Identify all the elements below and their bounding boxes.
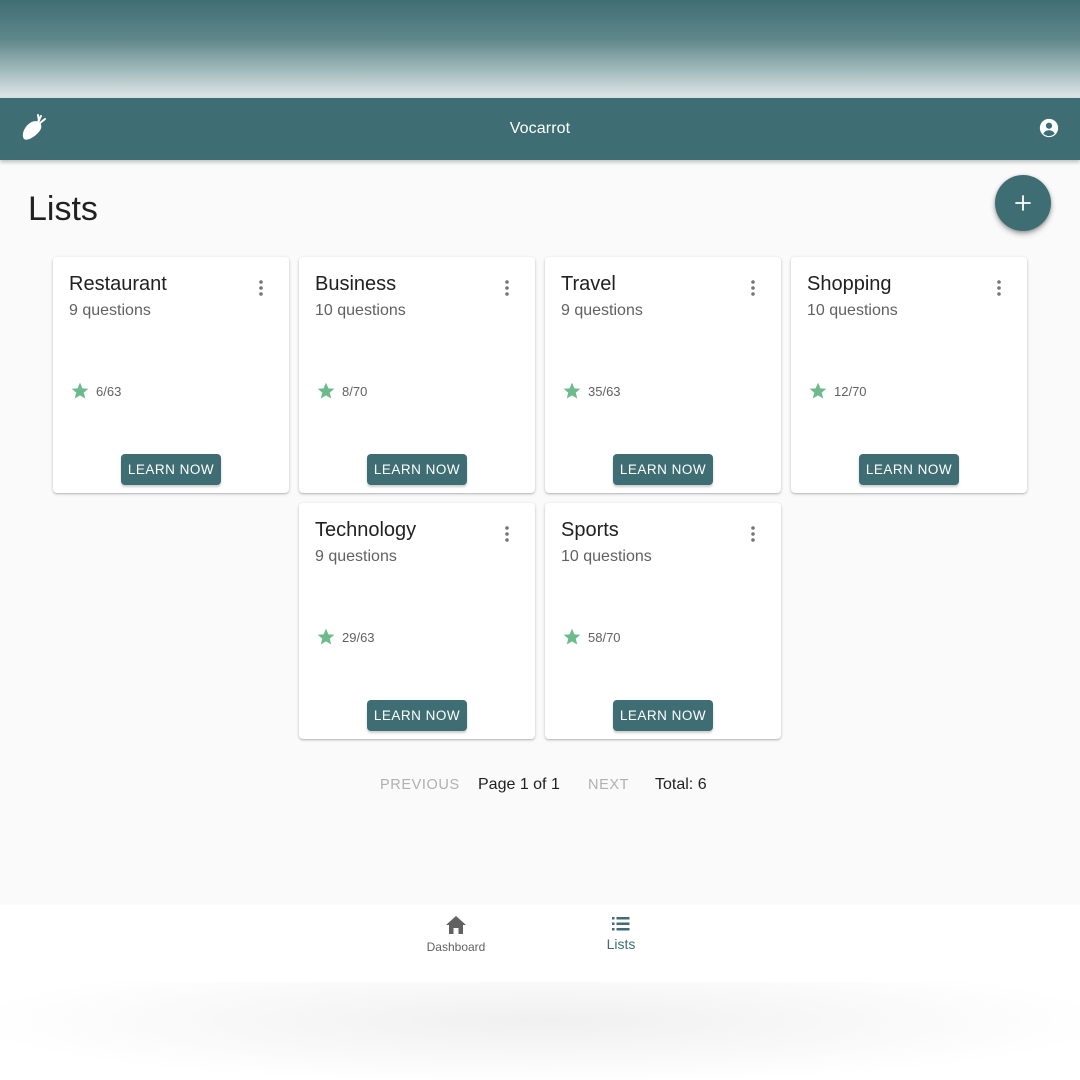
lists-grid: Restaurant 9 questions 6/63 LEARN NOW Bu… xyxy=(52,257,1028,749)
star-icon xyxy=(317,628,335,645)
page-title: Lists xyxy=(28,190,98,228)
star-icon xyxy=(563,382,581,399)
list-name: Shopping xyxy=(807,273,892,295)
list-name: Technology xyxy=(315,519,417,541)
more-vert-icon[interactable] xyxy=(249,277,273,299)
score: 12/70 xyxy=(808,381,867,401)
more-vert-icon[interactable] xyxy=(741,277,765,299)
score: 58/70 xyxy=(562,627,621,647)
score-value: 6/63 xyxy=(96,383,122,399)
question-count: 10 questions xyxy=(807,302,898,319)
score-value: 29/63 xyxy=(342,629,375,645)
list-card: Restaurant 9 questions 6/63 LEARN NOW xyxy=(53,257,289,493)
question-count: 9 questions xyxy=(315,548,397,565)
app-title: Vocarrot xyxy=(509,120,571,137)
pagination: PREVIOUS Page 1 of 1 NEXT Total: 6 xyxy=(0,774,1080,796)
bottom-background xyxy=(0,982,1080,1080)
learn-now-button[interactable]: LEARN NOW xyxy=(859,454,959,485)
list-name: Sports xyxy=(561,519,619,541)
star-icon xyxy=(71,382,89,399)
star-icon xyxy=(317,382,335,399)
list-icon xyxy=(612,917,630,931)
next-button[interactable]: NEXT xyxy=(588,777,629,793)
score: 8/70 xyxy=(316,381,367,401)
score: 6/63 xyxy=(70,381,121,401)
list-name: Business xyxy=(315,273,397,295)
star-icon xyxy=(809,382,827,399)
question-count: 10 questions xyxy=(561,548,652,565)
learn-now-button[interactable]: LEARN NOW xyxy=(613,700,713,731)
app-bar: Vocarrot xyxy=(0,98,1080,160)
list-name: Travel xyxy=(561,273,616,295)
more-vert-icon[interactable] xyxy=(741,523,765,545)
add-list-button[interactable] xyxy=(995,175,1051,231)
list-card: Travel 9 questions 35/63 LEARN NOW xyxy=(545,257,781,493)
total-count: Total: 6 xyxy=(655,776,707,793)
nav-item-dashboard[interactable]: Dashboard xyxy=(406,915,506,959)
score: 35/63 xyxy=(562,381,621,401)
bottom-navigation: Dashboard Lists xyxy=(0,905,1080,982)
lists-row: Restaurant 9 questions 6/63 LEARN NOW Bu… xyxy=(52,257,1028,493)
list-card: Sports 10 questions 58/70 LEARN NOW xyxy=(545,503,781,739)
score-value: 58/70 xyxy=(588,629,621,645)
list-card: Business 10 questions 8/70 LEARN NOW xyxy=(299,257,535,493)
score-value: 12/70 xyxy=(834,383,867,399)
nav-item-label: Lists xyxy=(606,936,636,952)
more-vert-icon[interactable] xyxy=(495,523,519,545)
previous-button[interactable]: PREVIOUS xyxy=(380,777,460,793)
list-name: Restaurant xyxy=(69,273,167,295)
account-circle-icon[interactable] xyxy=(1038,117,1060,139)
list-card: Shopping 10 questions 12/70 LEARN NOW xyxy=(791,257,1027,493)
nav-item-label: Dashboard xyxy=(426,940,486,954)
score-value: 8/70 xyxy=(342,383,368,399)
plus-icon xyxy=(1015,195,1031,211)
learn-now-button[interactable]: LEARN NOW xyxy=(121,454,221,485)
more-vert-icon[interactable] xyxy=(987,277,1011,299)
nav-item-lists[interactable]: Lists xyxy=(571,915,671,959)
list-card: Technology 9 questions 29/63 LEARN NOW xyxy=(299,503,535,739)
page-info: Page 1 of 1 xyxy=(478,776,560,793)
learn-now-button[interactable]: LEARN NOW xyxy=(613,454,713,485)
score-value: 35/63 xyxy=(588,383,621,399)
learn-now-button[interactable]: LEARN NOW xyxy=(367,454,467,485)
lists-row: Technology 9 questions 29/63 LEARN NOW S… xyxy=(52,503,1028,739)
question-count: 9 questions xyxy=(561,302,643,319)
star-icon xyxy=(563,628,581,645)
score: 29/63 xyxy=(316,627,375,647)
status-bar-gradient xyxy=(0,0,1080,98)
home-icon xyxy=(446,916,466,934)
question-count: 10 questions xyxy=(315,302,406,319)
learn-now-button[interactable]: LEARN NOW xyxy=(367,700,467,731)
carrot-icon[interactable] xyxy=(18,113,48,143)
more-vert-icon[interactable] xyxy=(495,277,519,299)
question-count: 9 questions xyxy=(69,302,151,319)
